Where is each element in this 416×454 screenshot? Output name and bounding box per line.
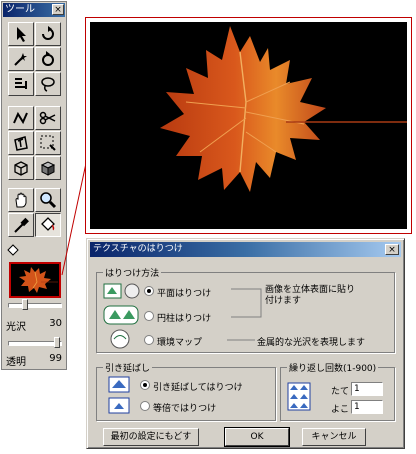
paste-envmap-radio[interactable] bbox=[144, 335, 154, 345]
current-bucket-icon bbox=[7, 244, 19, 256]
repeat-horizontal-input[interactable]: 1 bbox=[351, 400, 383, 414]
magic-wand-tool-button[interactable] bbox=[8, 47, 34, 71]
maple-leaf-thumbnail bbox=[19, 267, 58, 293]
gloss-value: 30 bbox=[49, 318, 62, 329]
texture-image-frame bbox=[85, 17, 412, 234]
texture-paste-dialog: テクスチャのはりつけ × はりつけ方法 平面はりつけ 円柱はりつけ 環境マップ bbox=[86, 238, 405, 449]
cylinder-paste-icon bbox=[103, 305, 139, 325]
gloss-slider-track[interactable] bbox=[8, 303, 62, 308]
paste-method-label: はりつけ方法 bbox=[103, 266, 162, 279]
stretch-fit-label[interactable]: 引き延ばしてはりつけ bbox=[153, 380, 243, 393]
opacity-slider-thumb[interactable] bbox=[54, 337, 60, 348]
hand-tool-button[interactable] bbox=[8, 188, 34, 212]
flat-paste-icon bbox=[103, 283, 140, 299]
paint-bucket-tool-button[interactable] bbox=[35, 213, 61, 237]
stretch-icon bbox=[108, 376, 130, 393]
flat-description: 画像を立体表面に貼り付けます bbox=[265, 285, 356, 306]
lasso-icon bbox=[41, 77, 55, 92]
maple-leaf-image bbox=[90, 22, 407, 229]
arrow-tool-button[interactable] bbox=[8, 22, 34, 46]
texture-preview-thumbnail[interactable] bbox=[9, 262, 61, 298]
tile-repeat-icon bbox=[287, 382, 311, 411]
opacity-label: 透明 bbox=[6, 357, 26, 368]
envmap-description-line bbox=[227, 339, 255, 341]
magnifier-icon bbox=[40, 192, 57, 209]
pen-curve-icon bbox=[13, 111, 28, 125]
palette-title-bar[interactable]: ツール × bbox=[3, 3, 65, 17]
paint-bucket-icon bbox=[41, 217, 55, 231]
dialog-title-bar[interactable]: テクスチャのはりつけ × bbox=[90, 242, 401, 257]
dotted-select-tool-button[interactable] bbox=[35, 131, 61, 155]
eyedropper-icon bbox=[14, 217, 29, 233]
cube-solid-tool-button[interactable] bbox=[35, 156, 61, 180]
eyedropper-tool-button[interactable] bbox=[8, 213, 34, 237]
rotate-arrow-icon bbox=[42, 26, 54, 40]
rotate-3d-icon bbox=[42, 51, 54, 66]
hand-icon bbox=[15, 192, 27, 208]
cancel-button[interactable]: キャンセル bbox=[302, 428, 366, 446]
gloss-label: 光沢 bbox=[6, 322, 26, 333]
paste-cylinder-label[interactable]: 円柱はりつけ bbox=[157, 311, 211, 324]
stretch-group: 引き延ばし 引き延ばしてはりつけ 等倍ではりつけ bbox=[96, 361, 276, 421]
repeat-vertical-label: たて bbox=[331, 387, 350, 397]
repeat-count-label: 繰り返し回数(1-900) bbox=[287, 361, 379, 374]
dialog-title: テクスチャのはりつけ bbox=[93, 244, 183, 254]
stretch-actual-label[interactable]: 等倍ではりつけ bbox=[153, 401, 216, 414]
cube-outline-icon bbox=[14, 161, 28, 176]
paste-method-group: はりつけ方法 平面はりつけ 円柱はりつけ 環境マップ 画像を立体表面に貼り付けま… bbox=[96, 266, 395, 353]
reset-defaults-button[interactable]: 最初の設定にもどす bbox=[103, 428, 199, 446]
dialog-close-button[interactable]: × bbox=[385, 244, 399, 255]
environment-map-icon bbox=[110, 329, 130, 349]
rotate-tool-button[interactable] bbox=[35, 22, 61, 46]
dotted-rect-icon bbox=[40, 135, 56, 151]
cube-solid-icon bbox=[40, 161, 56, 176]
rotate-3d-tool-button[interactable] bbox=[35, 47, 61, 71]
paste-envmap-label[interactable]: 環境マップ bbox=[157, 335, 202, 348]
cube-outline-tool-button[interactable] bbox=[8, 156, 34, 180]
opacity-value: 99 bbox=[49, 353, 62, 364]
repeat-count-group: 繰り返し回数(1-900) たて 1 よこ 1 bbox=[280, 361, 395, 421]
lasso-tool-button[interactable] bbox=[35, 72, 61, 96]
paste-flat-radio[interactable] bbox=[144, 286, 154, 296]
pen-tool-button[interactable] bbox=[8, 106, 34, 130]
zoom-tool-button[interactable] bbox=[35, 188, 61, 212]
ok-button[interactable]: OK bbox=[224, 427, 290, 447]
text-3d-tool-button[interactable] bbox=[8, 131, 34, 155]
paste-flat-label[interactable]: 平面はりつけ bbox=[157, 286, 211, 299]
scissors-icon bbox=[39, 111, 56, 125]
arrow-icon bbox=[17, 27, 26, 42]
stretch-fit-radio[interactable] bbox=[140, 380, 150, 390]
gloss-slider-thumb[interactable] bbox=[22, 299, 28, 310]
paste-cylinder-radio[interactable] bbox=[144, 311, 154, 321]
palette-title: ツール bbox=[5, 4, 35, 15]
magic-wand-icon bbox=[14, 53, 27, 66]
maple-leaf-graphic bbox=[160, 26, 407, 192]
select-bracket-icon bbox=[15, 78, 27, 89]
text-3d-icon bbox=[14, 136, 28, 151]
scissors-tool-button[interactable] bbox=[35, 106, 61, 130]
repeat-vertical-input[interactable]: 1 bbox=[351, 382, 383, 396]
envmap-description: 金属的な光沢を表現します bbox=[257, 338, 366, 348]
select-tool-button[interactable] bbox=[8, 72, 34, 96]
palette-close-button[interactable]: × bbox=[52, 4, 64, 15]
repeat-horizontal-label: よこ bbox=[331, 405, 350, 415]
stretch-label: 引き延ばし bbox=[103, 361, 153, 374]
actual-size-icon bbox=[108, 397, 130, 414]
tool-palette: ツール × 光沢 30 透明 99 bbox=[1, 1, 67, 370]
stretch-actual-radio[interactable] bbox=[140, 401, 150, 411]
